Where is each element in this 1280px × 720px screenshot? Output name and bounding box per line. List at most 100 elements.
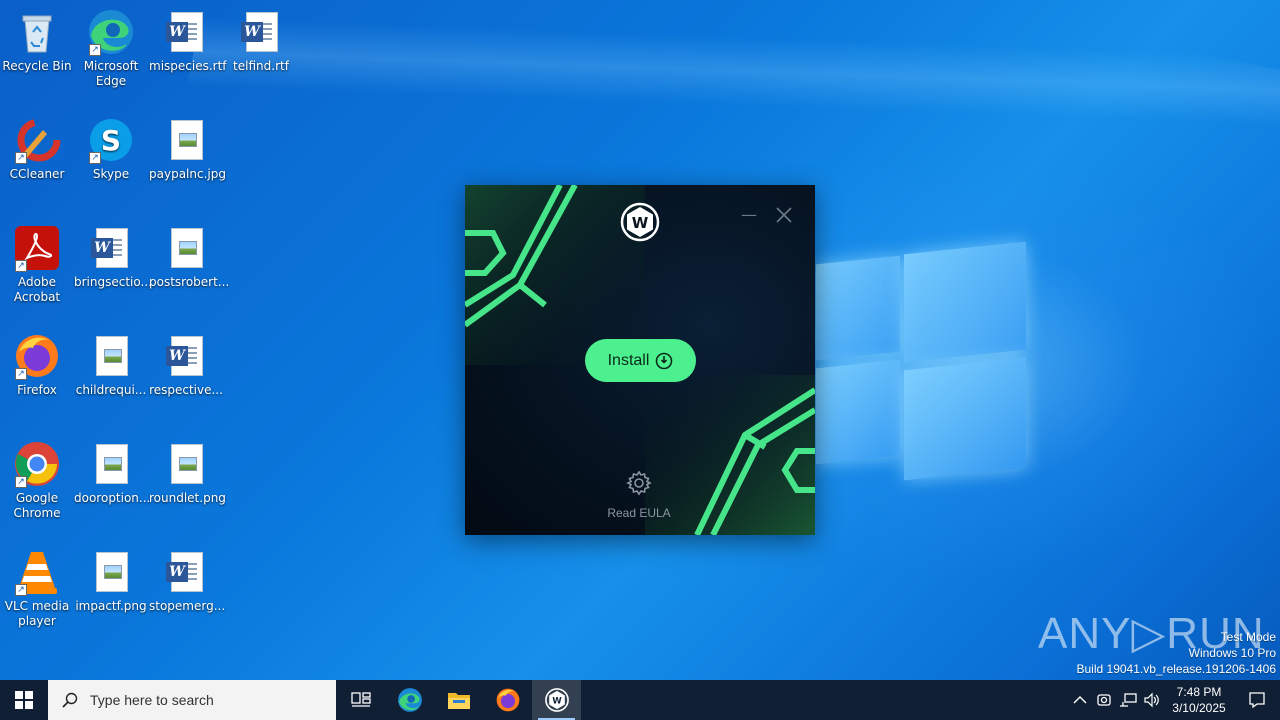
desktop-icon-ccleaner[interactable]: ↗ CCleaner [0,116,74,182]
image-file-icon [162,440,210,488]
image-file-icon [87,440,135,488]
taskbar-search-box[interactable]: Type here to search [48,680,336,720]
skype-icon: S ↗ [87,116,135,164]
chrome-icon: ↗ [13,440,61,488]
desktop-icon-label: Microsoft Edge [83,59,139,88]
edge-icon: ↗ [87,8,135,56]
tray-app-button[interactable] [1092,680,1116,720]
search-placeholder: Type here to search [90,692,214,708]
recycle-bin-icon [13,8,61,56]
desktop-icon-adobe-acrobat[interactable]: ↗ Adobe Acrobat [0,224,74,305]
volume-button[interactable] [1140,680,1164,720]
svg-text:S: S [101,124,121,157]
chevron-up-icon [1073,696,1087,704]
tray-app-icon [1097,694,1111,706]
network-button[interactable] [1116,680,1140,720]
search-icon [62,692,78,708]
image-file-icon [87,548,135,596]
minimize-button[interactable]: — [739,205,759,225]
desktop-icon-label: dooroption... [74,491,151,505]
word-document-icon: W [162,332,210,380]
taskbar-file-explorer-button[interactable] [434,680,483,720]
desktop-icon-label: paypalnc.jpg [149,167,226,181]
action-center-button[interactable] [1234,680,1280,720]
desktop-icon-label: impactf.png [75,599,147,613]
taskbar-edge-button[interactable] [385,680,434,720]
desktop-icon-postsrobert[interactable]: postsrobert... [149,224,229,290]
desktop-icon-label: bringsectio... [74,275,152,289]
firefox-icon: ↗ [13,332,61,380]
taskbar: Type here to search W 7:48 PM 3/10/2025 [0,680,1280,720]
read-eula-link[interactable]: Read EULA [589,506,689,520]
system-tray: 7:48 PM 3/10/2025 [1068,680,1280,720]
desktop-icon-firefox[interactable]: ↗ Firefox [0,332,74,398]
clock-date: 3/10/2025 [1172,701,1226,715]
desktop-icon-label: childrequi... [75,383,147,397]
desktop-icon-skype[interactable]: S ↗ Skype [74,116,148,182]
desktop-icon-vlc[interactable]: ↗ VLC media player [0,548,74,629]
desktop-icon-google-chrome[interactable]: ↗ Google Chrome [0,440,74,521]
desktop-icon-dooroption[interactable]: dooroption... [74,440,151,506]
desktop-icon-paypalnc[interactable]: paypalnc.jpg [149,116,226,182]
svg-text:W: W [632,214,649,232]
gear-icon[interactable] [626,470,652,496]
build-text: Build 19041.vb_release.191206-1406 [1076,662,1277,676]
ccleaner-icon: ↗ [13,116,61,164]
vlc-icon: ↗ [13,548,61,596]
desktop-icon-label: telfind.rtf [233,59,289,73]
word-document-icon: W [162,548,210,596]
desktop-icon-label: respective... [149,383,223,397]
notification-icon [1249,692,1265,709]
task-view-button[interactable] [336,680,385,720]
windows-wallpaper-logo [808,240,1030,481]
network-icon [1120,693,1137,707]
desktop-icon-telfind[interactable]: W telfind.rtf [224,8,298,74]
windows-start-icon [15,691,33,709]
file-explorer-icon [447,693,470,709]
desktop-icon-roundlet[interactable]: roundlet.png [149,440,226,506]
desktop-icon-respective[interactable]: W respective... [149,332,223,398]
desktop-icon-label: Recycle Bin [2,59,72,73]
desktop-icon-microsoft-edge[interactable]: ↗ Microsoft Edge [74,8,148,89]
windscribe-logo-icon: W [620,202,660,242]
desktop-icon-label: mispecies.rtf [149,59,227,73]
desktop-icon-label: roundlet.png [149,491,226,505]
installer-window: W — Install Read EULA [465,185,815,535]
windscribe-icon: W [544,688,569,712]
word-document-icon: W [87,224,135,272]
test-mode-text: Test Mode [1220,630,1276,644]
taskbar-windscribe-button[interactable]: W [532,680,581,720]
desktop-icon-mispecies[interactable]: W mispecies.rtf [149,8,227,74]
svg-text:W: W [552,695,562,705]
desktop-icon-label: stopemerg... [149,599,226,613]
desktop-icon-label: VLC media player [4,599,70,628]
desktop-icon-label: Skype [92,167,130,181]
desktop-icon-label: Adobe Acrobat [13,275,61,304]
close-button[interactable] [774,205,794,225]
task-view-icon [350,692,371,707]
install-button[interactable]: Install [585,339,696,382]
desktop-icon-bringsectio[interactable]: W bringsectio... [74,224,152,290]
show-hidden-icons-button[interactable] [1068,680,1092,720]
acrobat-icon: ↗ [13,224,61,272]
word-document-icon: W [237,8,285,56]
windows-edition-text: Windows 10 Pro [1188,646,1276,660]
windows-build-watermark: Test Mode Windows 10 Pro Build 19041.vb_… [1077,629,1277,677]
desktop-icon-stopemerg[interactable]: W stopemerg... [149,548,226,614]
desktop-icon-label: Firefox [17,383,57,397]
desktop-icon-recycle-bin[interactable]: Recycle Bin [0,8,74,74]
desktop-icon-childrequi[interactable]: childrequi... [74,332,148,398]
start-button[interactable] [0,680,48,720]
firefox-icon [496,688,519,712]
image-file-icon [87,332,135,380]
image-file-icon [162,116,210,164]
clock-time: 7:48 PM [1176,685,1222,699]
taskbar-firefox-button[interactable] [483,680,532,720]
desktop-icon-impactf[interactable]: impactf.png [74,548,148,614]
clock[interactable]: 7:48 PM 3/10/2025 [1164,684,1234,716]
desktop-icon-label: Google Chrome [13,491,61,520]
desktop-icon-label: CCleaner [9,167,65,181]
volume-icon [1144,692,1159,708]
close-icon [776,207,792,223]
image-file-icon [162,224,210,272]
